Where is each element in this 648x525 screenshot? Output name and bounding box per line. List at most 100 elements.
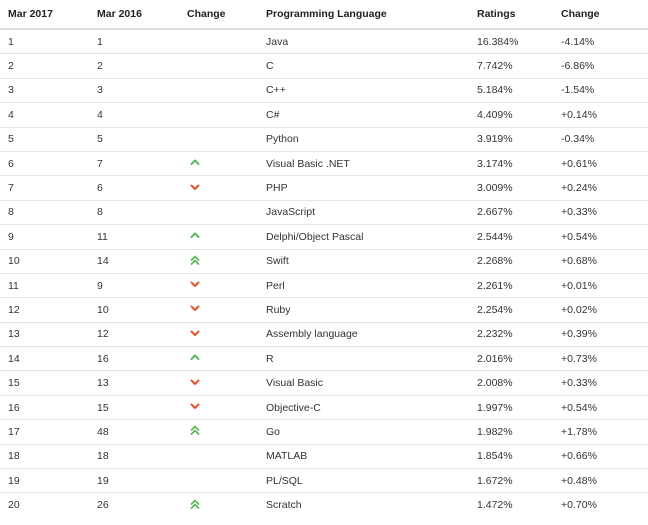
cell-ratings: 1.997%	[469, 395, 553, 421]
cell-ratings-change: +0.33%	[553, 200, 648, 226]
cell-rank-2016: 13	[89, 370, 179, 396]
table-row: 12 10 Ruby 2.254% +0.02%	[0, 297, 648, 323]
cell-ratings-change: +0.66%	[553, 444, 648, 470]
cell-rank-2017: 11	[0, 273, 89, 299]
cell-ratings-change: +0.02%	[553, 297, 648, 323]
cell-rank-2016: 9	[89, 273, 179, 299]
cell-ratings: 2.008%	[469, 370, 553, 396]
table-row: 6 7 Visual Basic .NET 3.174% +0.61%	[0, 151, 648, 177]
cell-rank-2017: 6	[0, 151, 89, 177]
cell-language: PHP	[258, 175, 469, 201]
cell-ratings: 2.232%	[469, 322, 553, 348]
cell-trend	[179, 370, 258, 396]
cell-trend	[179, 395, 258, 421]
cell-ratings: 2.254%	[469, 297, 553, 323]
cell-trend	[179, 297, 258, 323]
cell-language: JavaScript	[258, 200, 469, 226]
cell-trend	[179, 444, 258, 470]
cell-rank-2016: 4	[89, 102, 179, 128]
language-ranking-table: Mar 2017 Mar 2016 Change Programming Lan…	[0, 0, 648, 517]
cell-trend	[179, 419, 258, 445]
table-row: 10 14 Swift 2.268% +0.68%	[0, 249, 648, 274]
cell-rank-2017: 14	[0, 346, 89, 372]
cell-rank-2016: 18	[89, 444, 179, 470]
cell-ratings: 3.009%	[469, 175, 553, 201]
table-row: 5 5 Python 3.919% -0.34%	[0, 127, 648, 152]
chevron-down-icon	[189, 278, 201, 290]
cell-ratings: 1.472%	[477, 499, 513, 512]
cell-ratings-change: +0.54%	[553, 224, 648, 250]
cell-language: C	[258, 53, 469, 79]
table-row: 19 19 PL/SQL 1.672% +0.48%	[0, 468, 648, 494]
chevron-up-icon	[189, 156, 201, 168]
cell-language: Java	[258, 29, 469, 55]
cell-rank-2017: 1	[0, 29, 89, 55]
cell-trend	[179, 200, 258, 226]
cell-ratings-change: +0.39%	[553, 322, 648, 348]
table-row: 4 4 C# 4.409% +0.14%	[0, 102, 648, 128]
cell-ratings-change: -6.86%	[553, 53, 648, 79]
cell-trend	[179, 151, 258, 177]
header-rank-2016: Mar 2016	[89, 0, 179, 30]
cell-trend	[179, 493, 258, 517]
cell-ratings-change: +0.73%	[553, 346, 648, 372]
chevron-down-icon	[189, 400, 201, 412]
cell-rank-2016: 19	[89, 468, 179, 494]
table-row: 8 8 JavaScript 2.667% +0.33%	[0, 200, 648, 226]
cell-language: Visual Basic .NET	[258, 151, 469, 177]
cell-ratings: 2.667%	[469, 200, 553, 226]
table-row: 17 48 Go 1.982% +1.78%	[0, 419, 648, 445]
cell-ratings-change: +0.61%	[553, 151, 648, 177]
cell-rank-2016: 2	[89, 53, 179, 79]
cell-trend	[179, 322, 258, 348]
cell-trend	[179, 175, 258, 201]
cell-rank-2017: 2	[0, 53, 89, 79]
cell-ratings: 1.854%	[469, 444, 553, 470]
cell-ratings: 7.742%	[469, 53, 553, 79]
cell-rank-2016: 14	[89, 249, 179, 274]
cell-rank-2017: 18	[0, 444, 89, 470]
cell-language: R	[258, 346, 469, 372]
double-chevron-up-icon	[189, 498, 201, 510]
cell-rank-2016: 15	[89, 395, 179, 421]
cell-language: Perl	[258, 273, 469, 299]
cell-rank-2016: 1	[89, 29, 179, 55]
header-ratings: Ratings	[469, 0, 553, 30]
cell-trend	[179, 29, 258, 55]
cell-language: Ruby	[258, 297, 469, 323]
table-row: 11 9 Perl 2.261% +0.01%	[0, 273, 648, 299]
header-rank-2017: Mar 2017	[0, 0, 89, 30]
cell-rank-2016: 6	[89, 175, 179, 201]
cell-ratings: 1.982%	[469, 419, 553, 445]
cell-language: Scratch	[266, 499, 302, 512]
cell-ratings: 2.016%	[469, 346, 553, 372]
cell-rank-2016: 16	[89, 346, 179, 372]
cell-ratings: 2.261%	[469, 273, 553, 299]
chevron-down-icon	[189, 302, 201, 314]
cell-rank-2017: 5	[0, 127, 89, 152]
cell-language: Objective-C	[258, 395, 469, 421]
table-row: 16 15 Objective-C 1.997% +0.54%	[0, 395, 648, 421]
cell-trend	[179, 102, 258, 128]
cell-rank-2017: 12	[0, 297, 89, 323]
cell-language: Swift	[258, 249, 469, 274]
header-row: Mar 2017 Mar 2016 Change Programming Lan…	[0, 0, 648, 30]
cell-rank-2017: 7	[0, 175, 89, 201]
table-header: Mar 2017 Mar 2016 Change Programming Lan…	[0, 0, 648, 30]
table-row: 2 2 C 7.742% -6.86%	[0, 53, 648, 79]
table-row: 20 26 Scratch 1.472% +0.70%	[0, 493, 648, 517]
cell-ratings-change: +0.24%	[553, 175, 648, 201]
table-row: 9 11 Delphi/Object Pascal 2.544% +0.54%	[0, 224, 648, 250]
cell-ratings-change: +1.78%	[553, 419, 648, 445]
chevron-up-icon	[189, 351, 201, 363]
cell-ratings-change: +0.54%	[553, 395, 648, 421]
cell-language: Visual Basic	[258, 370, 469, 396]
table-row: 15 13 Visual Basic 2.008% +0.33%	[0, 370, 648, 396]
cell-language: Go	[258, 419, 469, 445]
cell-trend	[179, 273, 258, 299]
cell-rank-2017: 9	[0, 224, 89, 250]
cell-trend	[179, 468, 258, 494]
cell-language: Python	[258, 127, 469, 152]
double-chevron-up-icon	[189, 254, 201, 266]
cell-ratings-change: +0.68%	[553, 249, 648, 274]
